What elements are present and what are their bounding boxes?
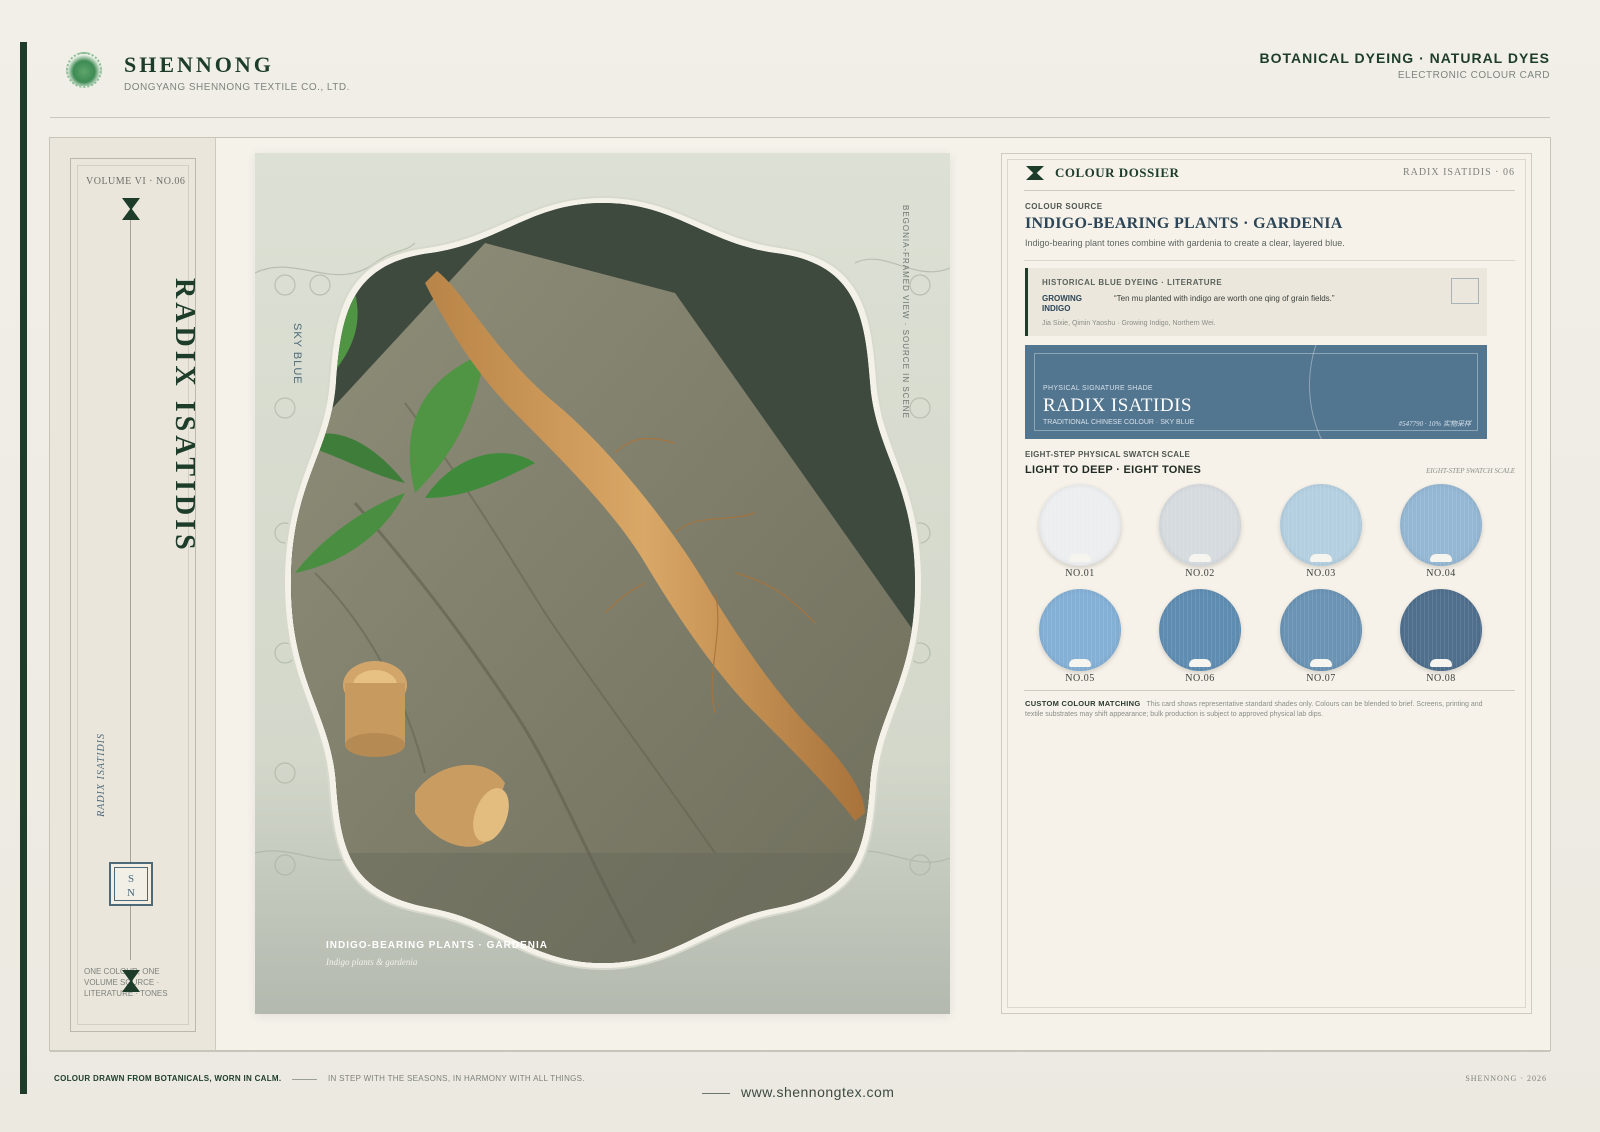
- left-accent-band: [20, 42, 27, 1094]
- colour-dossier-panel: COLOUR DOSSIER RADIX ISATIDIS · 06 COLOU…: [1001, 153, 1532, 1014]
- seal-stamp: S N: [109, 862, 153, 906]
- page-header: SHENNONG DONGYANG SHENNONG TEXTILE CO., …: [50, 40, 1550, 118]
- swatch-scale-label: EIGHT-STEP PHYSICAL SWATCH SCALE: [1025, 450, 1191, 459]
- swatch-no-01[interactable]: NO.01: [1039, 484, 1121, 579]
- brand-logo-icon: [66, 52, 102, 88]
- swatch-label: NO.01: [1065, 568, 1095, 579]
- swatch-no-08[interactable]: NO.08: [1400, 589, 1482, 684]
- swatch-label: NO.04: [1426, 568, 1456, 579]
- swatch-label: NO.06: [1185, 673, 1215, 684]
- volume-spine: VOLUME VI · NO.06 RADIX ISATIDIS RADIX I…: [50, 138, 216, 1050]
- hero-vertical-label-right: BEGONIA-FRAMED VIEW · SOURCE IN SCENE: [901, 205, 910, 419]
- swatch-scale-italic: EIGHT-STEP SWATCH SCALE: [1426, 467, 1515, 475]
- swatch-no-02[interactable]: NO.02: [1159, 484, 1241, 579]
- custom-matching-note: CUSTOM COLOUR MATCHING This card shows re…: [1025, 699, 1495, 720]
- swatch-no-03[interactable]: NO.03: [1280, 484, 1362, 579]
- dossier-title: COLOUR DOSSIER: [1055, 165, 1180, 180]
- shade-subtitle: TRADITIONAL CHINESE COLOUR · SKY BLUE: [1043, 419, 1195, 426]
- footer-tagline: COLOUR DRAWN FROM BOTANICALS, WORN IN CA…: [54, 1074, 282, 1083]
- literature-seal-box: [1451, 278, 1479, 304]
- literature-label: HISTORICAL BLUE DYEING · LITERATURE: [1042, 278, 1223, 287]
- spine-rule: [130, 200, 131, 960]
- hero-image-panel: SKY BLUE BEGONIA-FRAMED VIEW · SOURCE IN…: [255, 153, 950, 1014]
- swatch-label: NO.05: [1065, 673, 1095, 684]
- swatch-disc: [1159, 589, 1241, 671]
- shade-code: #547790 · 10% 实物采样: [1398, 420, 1471, 428]
- shade-name: RADIX ISATIDIS: [1043, 395, 1192, 416]
- divider: [1024, 690, 1515, 691]
- literature-quote: “Ten mu planted with indigo are worth on…: [1114, 294, 1335, 303]
- swatch-no-07[interactable]: NO.07: [1280, 589, 1362, 684]
- hero-caption: INDIGO-BEARING PLANTS · GARDENIA: [326, 940, 548, 951]
- seal-letter-top: S: [127, 873, 135, 885]
- footer-motto: IN STEP WITH THE SEASONS, IN HARMONY WIT…: [328, 1074, 585, 1083]
- swatch-disc: [1400, 589, 1482, 671]
- spine-title: RADIX ISATIDIS: [169, 278, 200, 554]
- shade-label: PHYSICAL SIGNATURE SHADE: [1043, 385, 1153, 392]
- swatch-no-04[interactable]: NO.04: [1400, 484, 1482, 579]
- brand-name: SHENNONG: [124, 52, 274, 77]
- swatch-scale-title: LIGHT TO DEEP · EIGHT TONES: [1025, 464, 1202, 476]
- header-card-type: ELECTRONIC COLOUR CARD: [1397, 70, 1550, 81]
- hero-vertical-label: SKY BLUE: [291, 323, 303, 385]
- swatch-disc: [1039, 589, 1121, 671]
- swatch-label: NO.08: [1426, 673, 1456, 684]
- swatch-label: NO.03: [1306, 568, 1336, 579]
- signature-shade-card: PHYSICAL SIGNATURE SHADE RADIX ISATIDIS …: [1025, 345, 1487, 439]
- swatch-disc: [1280, 484, 1362, 566]
- brand-subtitle: DONGYANG SHENNONG TEXTILE CO., LTD.: [124, 82, 350, 93]
- spine-volume-label: VOLUME VI · NO.06: [86, 176, 186, 187]
- swatch-grid: NO.01 NO.02 NO.03 NO.04 NO.05 NO.06 NO.0…: [1025, 484, 1487, 686]
- swatch-disc: [1400, 484, 1482, 566]
- footer-url-dash: [702, 1093, 730, 1094]
- footer-copyright: SHENNONG · 2026: [1465, 1074, 1547, 1083]
- swatch-disc: [1039, 484, 1121, 566]
- colour-card-frame: VOLUME VI · NO.06 RADIX ISATIDIS RADIX I…: [49, 137, 1551, 1051]
- hero-caption-sub: Indigo plants & gardenia: [326, 957, 418, 967]
- swatch-label: NO.07: [1306, 673, 1336, 684]
- swatch-disc: [1159, 484, 1241, 566]
- seal-letter-bottom: N: [127, 887, 135, 899]
- footer-dash: [292, 1079, 317, 1080]
- colour-description: Indigo-bearing plant tones combine with …: [1025, 238, 1345, 248]
- custom-matching-label: CUSTOM COLOUR MATCHING: [1025, 699, 1141, 708]
- swatch-no-06[interactable]: NO.06: [1159, 589, 1241, 684]
- header-category: BOTANICAL DYEING · NATURAL DYES: [1259, 50, 1550, 66]
- swatch-disc: [1280, 589, 1362, 671]
- literature-citation: Jia Sixie, Qimin Yaoshu · Growing Indigo…: [1042, 320, 1216, 327]
- dossier-reference: RADIX ISATIDIS · 06: [1402, 167, 1515, 178]
- literature-card: HISTORICAL BLUE DYEING · LITERATURE GROW…: [1025, 268, 1487, 336]
- website-link[interactable]: www.shennongtex.com: [741, 1084, 894, 1100]
- divider: [1024, 190, 1515, 191]
- spine-italic-title: RADIX ISATIDIS: [96, 733, 107, 817]
- swatch-label: NO.02: [1185, 568, 1215, 579]
- literature-tag: GROWING INDIGO: [1042, 294, 1082, 313]
- divider: [1024, 260, 1515, 261]
- swatch-no-05[interactable]: NO.05: [1039, 589, 1121, 684]
- footer-divider: [50, 1051, 1550, 1052]
- hero-illustration: [255, 195, 950, 971]
- colour-source-label: COLOUR SOURCE: [1025, 202, 1103, 211]
- colour-source: INDIGO-BEARING PLANTS · GARDENIA: [1025, 215, 1343, 232]
